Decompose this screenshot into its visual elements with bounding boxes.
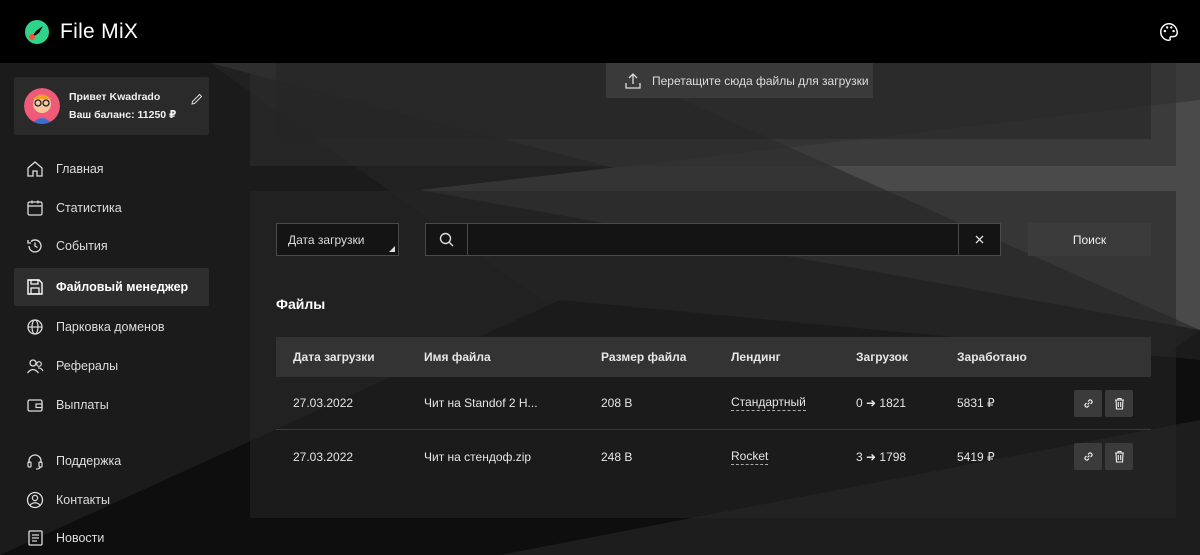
brand[interactable]: File MiX	[24, 19, 138, 45]
table-row: 27.03.2022 Чит на Standof 2 H... 208 B С…	[276, 377, 1151, 430]
sidebar-item-payouts[interactable]: Выплаты	[14, 386, 209, 424]
clear-search-button[interactable]	[958, 224, 1000, 255]
files-panel: Дата загрузки Поиск Файлы Дата загрузки …	[250, 191, 1176, 518]
user-balance: Ваш баланс: 11250 ₽	[69, 109, 177, 121]
globe-icon	[27, 319, 43, 335]
trash-icon	[1114, 397, 1124, 410]
sidebar-item-referrals[interactable]: Рефералы	[14, 347, 209, 385]
calendar-icon	[27, 200, 43, 216]
sidebar: Привет Kwadrado Ваш баланс: 11250 ₽ Глав…	[0, 63, 224, 555]
top-bar: File MiX	[0, 0, 1200, 63]
column-header: Загрузок	[856, 350, 908, 364]
avatar	[24, 88, 60, 124]
upload-label: Перетащите сюда файлы для загрузки	[652, 73, 869, 88]
floppy-icon	[27, 279, 43, 295]
search-box	[425, 223, 1001, 256]
sidebar-item-home[interactable]: Главная	[14, 150, 209, 188]
file-earned: 5831 ₽	[957, 396, 995, 410]
file-size: 248 B	[601, 449, 633, 464]
delete-button[interactable]	[1105, 443, 1133, 470]
sidebar-item-statistics[interactable]: Статистика	[14, 189, 209, 227]
sidebar-item-label: Новости	[56, 531, 105, 545]
file-size: 208 B	[601, 396, 633, 410]
upload-dropzone[interactable]: Перетащите сюда файлы для загрузки	[276, 63, 1151, 139]
file-name: Чит на Standof 2 H...	[424, 396, 538, 410]
table-header: Дата загрузки Имя файла Размер файла Лен…	[276, 337, 1151, 377]
delete-button[interactable]	[1105, 389, 1133, 417]
sidebar-item-label: Выплаты	[56, 398, 109, 412]
wallet-icon	[27, 399, 43, 412]
home-icon	[27, 161, 43, 177]
sidebar-item-contacts[interactable]: Контакты	[14, 481, 209, 519]
file-landing-link[interactable]: Rocket	[731, 449, 769, 465]
upload-panel: Перетащите сюда файлы для загрузки	[250, 63, 1176, 166]
user-card: Привет Kwadrado Ваш баланс: 11250 ₽	[14, 77, 209, 135]
sidebar-item-events[interactable]: События	[14, 227, 209, 265]
palette-icon[interactable]	[1158, 21, 1180, 43]
file-earned: 5419 ₽	[957, 449, 995, 464]
file-downloads: 3 ➜ 1798	[856, 449, 907, 464]
sidebar-item-label: Контакты	[56, 493, 110, 507]
users-icon	[26, 359, 44, 374]
file-downloads: 0 ➜ 1821	[856, 396, 907, 410]
select-arrow-icon	[389, 246, 395, 252]
column-header: Размер файла	[601, 350, 687, 364]
files-title: Файлы	[276, 296, 326, 312]
sidebar-item-support[interactable]: Поддержка	[14, 442, 209, 480]
close-icon	[975, 235, 984, 244]
upload-button[interactable]: Перетащите сюда файлы для загрузки	[606, 63, 873, 98]
column-header: Лендинг	[731, 350, 781, 364]
logo-icon	[25, 19, 49, 44]
upload-icon	[625, 72, 641, 89]
file-name: Чит на стендоф.zip	[424, 449, 532, 464]
sidebar-item-label: События	[56, 239, 108, 253]
sidebar-item-label: Файловый менеджер	[56, 280, 189, 294]
history-icon	[27, 239, 42, 253]
news-icon	[28, 530, 43, 546]
sidebar-item-label: Парковка доменов	[56, 320, 165, 334]
search-button[interactable]: Поиск	[1028, 223, 1151, 256]
column-header: Дата загрузки	[293, 350, 375, 364]
app-name: File MiX	[60, 19, 139, 43]
sidebar-item-label: Рефералы	[56, 359, 119, 373]
link-icon	[1083, 452, 1093, 461]
search-icon	[439, 232, 454, 247]
pencil-icon[interactable]	[191, 93, 203, 105]
file-date: 27.03.2022	[293, 396, 354, 410]
table-row: 27.03.2022 Чит на стендоф.zip 248 B Rock…	[276, 430, 1151, 483]
headset-icon	[27, 454, 43, 470]
date-sort-select[interactable]: Дата загрузки	[276, 223, 399, 256]
search-icon-wrap	[426, 224, 468, 255]
search-input[interactable]	[468, 224, 958, 255]
sidebar-item-label: Статистика	[56, 201, 122, 215]
copy-link-button[interactable]	[1074, 443, 1102, 470]
trash-icon	[1114, 450, 1124, 463]
sidebar-item-file-manager[interactable]: Файловый менеджер	[14, 268, 209, 306]
file-landing-link[interactable]: Стандартный	[731, 395, 806, 411]
sidebar-item-label: Поддержка	[56, 454, 122, 468]
files-table: Дата загрузки Имя файла Размер файла Лен…	[276, 337, 1151, 483]
link-icon	[1083, 398, 1093, 408]
sidebar-item-label: Главная	[56, 162, 104, 176]
sidebar-item-news[interactable]: Новости	[14, 519, 209, 555]
file-date: 27.03.2022	[293, 449, 354, 464]
contact-icon	[26, 491, 44, 509]
column-header: Заработано	[957, 350, 1027, 364]
column-header: Имя файла	[424, 350, 491, 364]
date-sort-value: Дата загрузки	[288, 232, 365, 247]
sidebar-item-domain-parking[interactable]: Парковка доменов	[14, 308, 209, 346]
user-greeting: Привет Kwadrado	[69, 91, 161, 103]
copy-link-button[interactable]	[1074, 389, 1102, 417]
